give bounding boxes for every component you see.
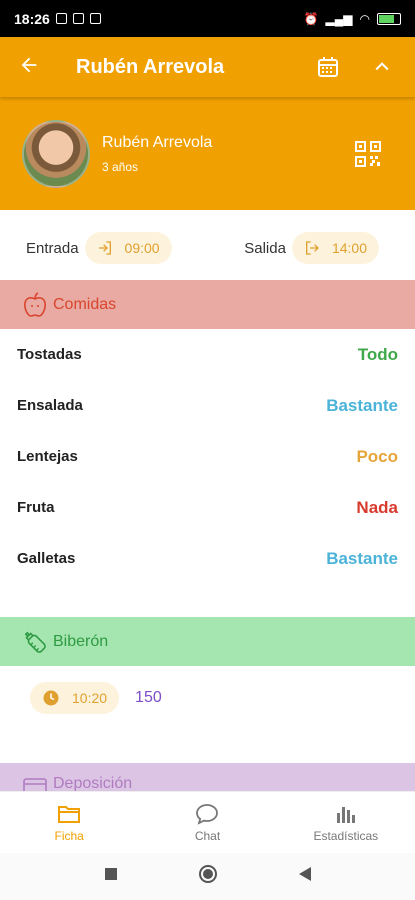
stats-icon <box>336 806 355 823</box>
nav-label: Estadísticas <box>313 828 379 843</box>
chat-icon <box>196 803 219 825</box>
meals-section-header: Comidas <box>0 280 415 329</box>
bottle-time-pill: 10:20 <box>30 682 120 714</box>
meal-name: Lentejas <box>17 448 78 465</box>
entry-label: Entrada <box>26 239 79 257</box>
alarm-icon: ⏰ <box>303 11 319 26</box>
notification-icon <box>55 13 67 24</box>
notification-icon <box>72 13 84 24</box>
apple-icon <box>20 290 50 320</box>
bottle-title: Biberón <box>53 632 109 650</box>
app-bar: Rubén Arrevola <box>0 37 415 97</box>
diaper-icon <box>20 775 50 791</box>
profile-card: Rubén Arrevola 3 años <box>0 97 415 210</box>
meal-name: Galletas <box>17 550 76 567</box>
logout-icon <box>305 241 319 255</box>
qr-code-icon[interactable] <box>355 140 381 167</box>
nav-label: Ficha <box>54 828 84 843</box>
back-arrow-icon[interactable] <box>18 52 48 83</box>
recent-apps-button[interactable] <box>104 867 118 886</box>
home-button[interactable] <box>198 864 218 889</box>
entry-time: 09:00 <box>124 240 160 256</box>
avatar <box>22 119 90 188</box>
bottle-time: 10:20 <box>72 690 108 706</box>
wifi-icon: ◠ <box>359 11 370 26</box>
signal-icon: ▂▄▆ <box>325 11 353 26</box>
deposition-title: Deposición <box>53 775 133 791</box>
exit-label: Salida <box>244 239 286 257</box>
login-icon <box>98 241 111 255</box>
meal-amount: Todo <box>357 344 398 364</box>
meal-name: Ensalada <box>17 397 83 414</box>
bottle-amount: 150 <box>135 689 162 706</box>
meal-name: Fruta <box>17 499 55 516</box>
chevron-up-icon[interactable] <box>367 52 397 82</box>
page-title: Rubén Arrevola <box>76 55 225 78</box>
exit-time: 14:00 <box>331 240 367 256</box>
baby-bottle-icon <box>20 627 50 657</box>
meal-row: Fruta Nada <box>0 482 415 533</box>
profile-age: 3 años <box>102 159 139 174</box>
meal-amount: Bastante <box>326 395 398 415</box>
meal-row: Tostadas Todo <box>0 329 415 380</box>
meal-row: Galletas Bastante <box>0 533 415 584</box>
meal-amount: Bastante <box>326 548 398 568</box>
nav-label: Chat <box>194 828 221 843</box>
meal-row: Lentejas Poco <box>0 431 415 482</box>
back-button[interactable] <box>298 866 312 887</box>
bottle-section-header: Biberón <box>0 617 415 666</box>
meal-amount: Poco <box>356 446 398 466</box>
folder-icon <box>58 805 81 823</box>
status-time: 18:26 <box>14 10 50 27</box>
system-navigation-bar <box>0 853 415 900</box>
exit-time-pill: 14:00 <box>291 232 379 264</box>
nav-item-ficha[interactable]: Ficha <box>0 792 138 853</box>
calendar-icon[interactable] <box>313 52 343 82</box>
meal-name: Tostadas <box>17 346 82 363</box>
meal-amount: Nada <box>356 497 398 517</box>
status-bar: 18:26 ⏰ ▂▄▆ ◠ <box>0 0 415 37</box>
clock-icon <box>43 690 59 706</box>
entry-time-pill: 09:00 <box>84 232 172 264</box>
gmail-icon <box>89 13 101 24</box>
meal-row: Ensalada Bastante <box>0 380 415 431</box>
attendance-row: Entrada 09:00 Salida 14:00 <box>0 218 415 278</box>
bottom-navigation: Ficha Chat Estadísticas <box>0 791 415 853</box>
battery-icon <box>377 12 401 25</box>
nav-item-estadisticas[interactable]: Estadísticas <box>277 792 415 853</box>
profile-name: Rubén Arrevola <box>102 133 213 151</box>
deposition-section-header: Deposición <box>0 763 415 791</box>
nav-item-chat[interactable]: Chat <box>138 792 276 853</box>
bottle-entry: 10:20 150 <box>30 682 162 714</box>
meals-title: Comidas <box>53 295 117 313</box>
